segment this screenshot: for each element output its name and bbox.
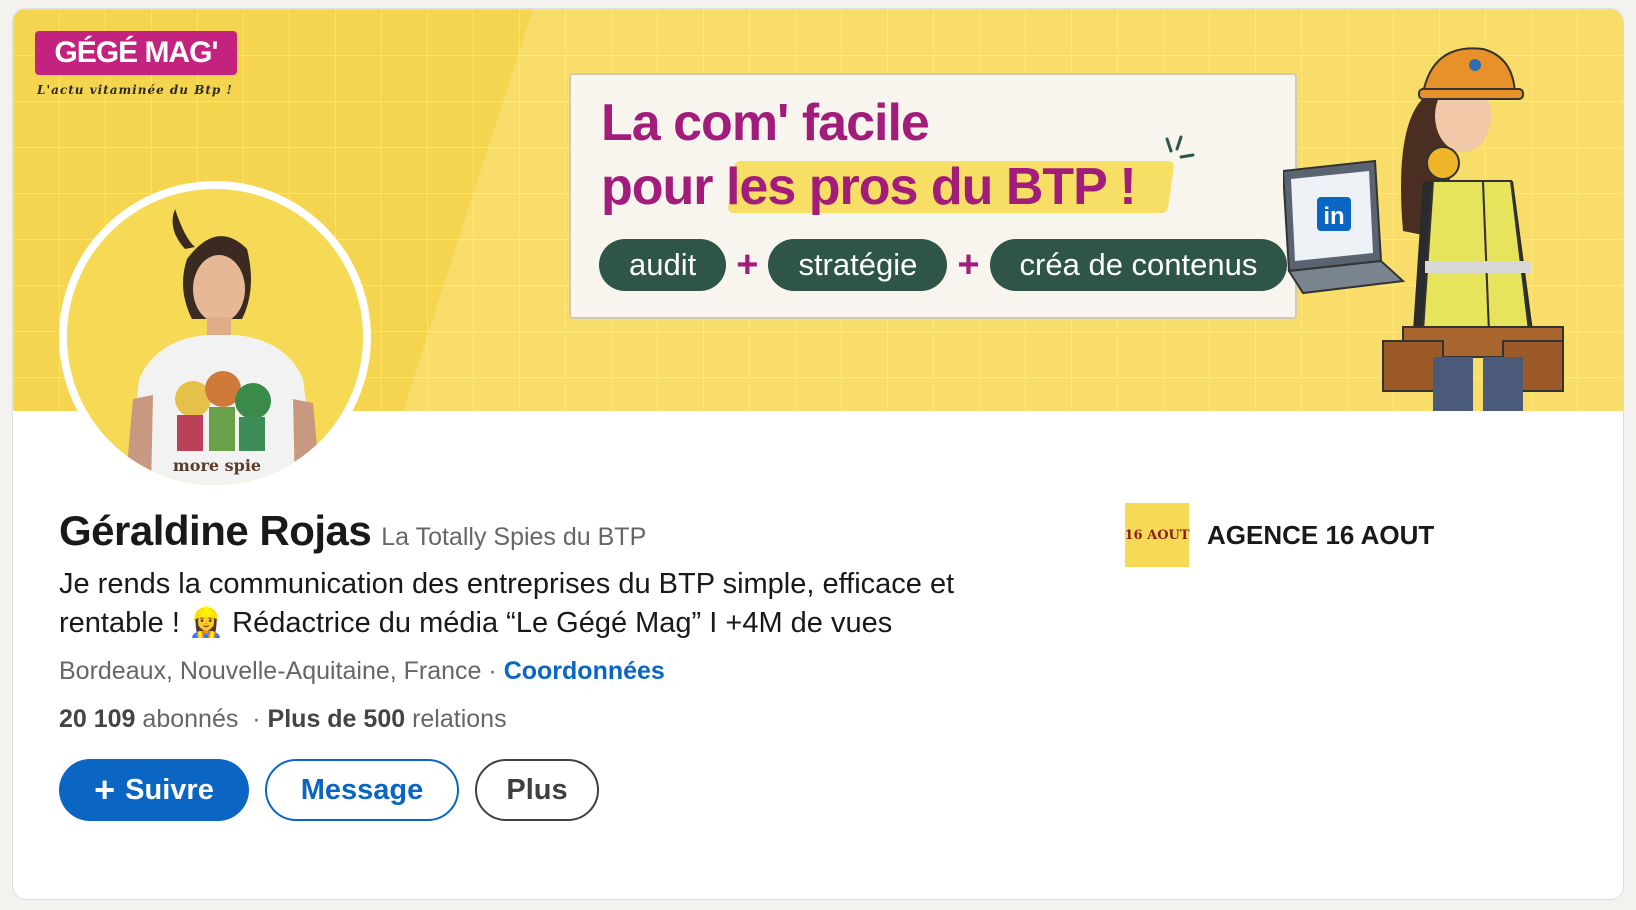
plus-icon: + xyxy=(736,244,759,286)
plus-icon: + xyxy=(94,769,116,810)
linkedin-icon: in xyxy=(1323,203,1344,230)
location-text: Bordeaux, Nouvelle-Aquitaine, France xyxy=(59,657,482,685)
profile-name: Géraldine Rojas xyxy=(59,507,372,554)
separator-dot: · xyxy=(488,657,497,685)
profile-actions: + Suivre Message Plus xyxy=(59,759,615,821)
construction-worker-illustration: in xyxy=(1283,47,1564,411)
gege-mag-logo: GÉGÉ MAG' xyxy=(35,31,237,75)
more-button[interactable]: Plus xyxy=(475,759,599,821)
network-stats: 20 109 abonnés · Plus de 500 relations xyxy=(59,705,507,734)
profile-card: GÉGÉ MAG' L'actu vitaminée du Btp ! La c… xyxy=(12,8,1624,900)
separator-dot: · xyxy=(252,705,261,733)
profile-tagline: La Totally Spies du BTP xyxy=(381,523,647,551)
connections-label[interactable]: relations xyxy=(412,705,507,733)
contact-info-link[interactable]: Coordonnées xyxy=(504,657,665,685)
promo-panel: La com' facile pour les pros du BTP ! au… xyxy=(569,73,1297,319)
services-pills: audit + stratégie + créa de contenus xyxy=(599,239,1288,291)
message-button[interactable]: Message xyxy=(265,759,459,821)
profile-avatar[interactable]: more spie xyxy=(59,181,371,493)
connections-count: Plus de 500 xyxy=(267,705,406,733)
follow-button[interactable]: + Suivre xyxy=(59,759,249,821)
followers-count: 20 109 xyxy=(59,705,136,733)
promo-line-1: La com' facile xyxy=(601,94,930,152)
current-company[interactable]: 16 AOUT AGENCE 16 AOUT xyxy=(1124,503,1435,567)
logo-tagline: L'actu vitaminée du Btp ! xyxy=(37,83,233,97)
company-name: AGENCE 16 AOUT xyxy=(1207,519,1435,550)
plus-icon: + xyxy=(957,244,980,286)
shirt-print-text: more spie xyxy=(173,456,261,475)
pill-strategie: stratégie xyxy=(768,239,948,291)
profile-photo: more spie xyxy=(67,189,363,485)
pill-audit: audit xyxy=(599,239,727,291)
profile-headline: Je rends la communication des entreprise… xyxy=(59,568,955,639)
follow-label: Suivre xyxy=(125,773,214,806)
promo-line-2: pour les pros du BTP ! xyxy=(601,158,1137,216)
emphasis-burst-icon xyxy=(1165,135,1195,159)
company-logo: 16 AOUT xyxy=(1124,503,1190,567)
location-row: Bordeaux, Nouvelle-Aquitaine, France · C… xyxy=(59,657,665,686)
pill-crea-contenus: créa de contenus xyxy=(989,239,1288,291)
followers-label[interactable]: abonnés xyxy=(142,705,238,733)
name-row: Géraldine Rojas La Totally Spies du BTP xyxy=(59,507,646,555)
